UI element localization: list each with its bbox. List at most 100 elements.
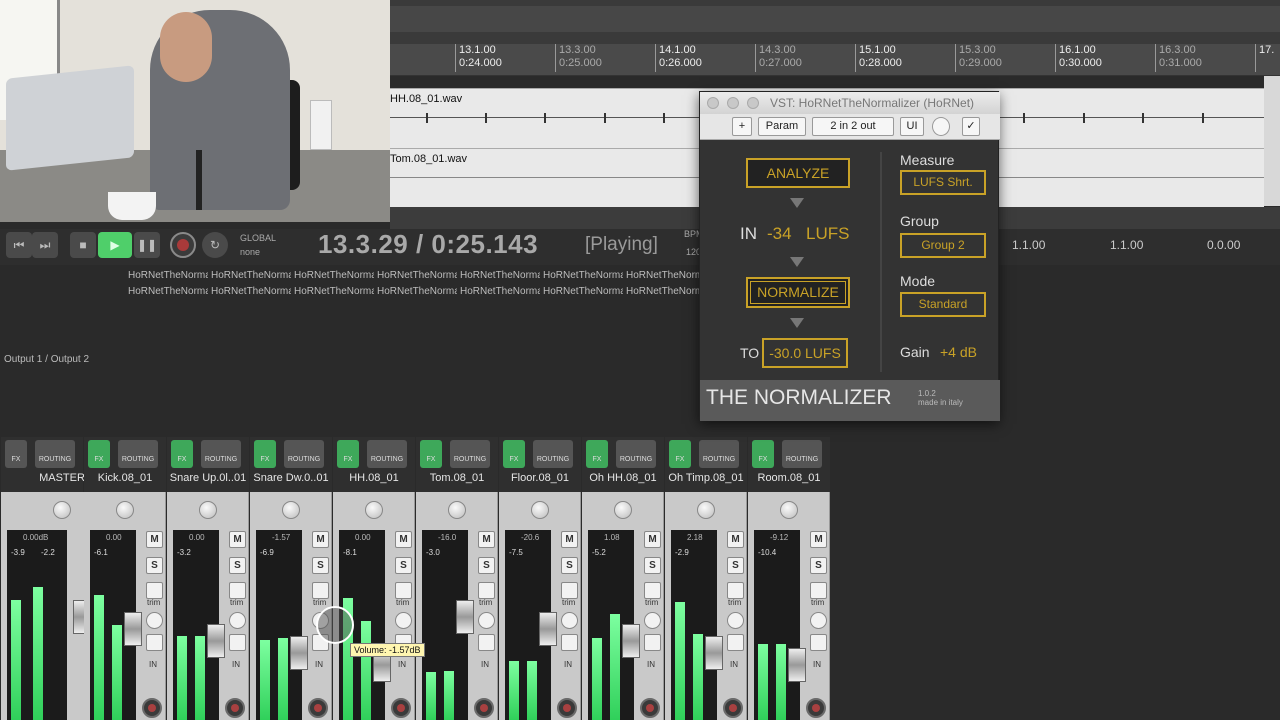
fx-button[interactable]: FX (503, 440, 525, 468)
routing-button[interactable]: ROUTING (533, 440, 573, 468)
record-arm-button[interactable] (640, 698, 660, 718)
routing-button[interactable]: ROUTING (616, 440, 656, 468)
envelope-icon[interactable] (478, 582, 495, 599)
envelope-icon[interactable] (810, 582, 827, 599)
pan-knob[interactable] (780, 501, 798, 519)
envelope-icon[interactable] (395, 582, 412, 599)
record-arm-button[interactable] (806, 698, 826, 718)
fx-slot[interactable]: HoRNetTheNormalizer (377, 268, 457, 283)
routing-button[interactable]: ROUTING (782, 440, 822, 468)
go-to-start-button[interactable]: ⏮ (6, 232, 32, 258)
send-icon[interactable] (644, 634, 661, 651)
fx-button[interactable]: FX (669, 440, 691, 468)
fx-slot[interactable]: HoRNetTheNormalizer (543, 268, 623, 283)
volume-fader[interactable] (456, 600, 474, 634)
group-dropdown[interactable]: Group 2 (900, 233, 986, 258)
routing-button[interactable]: ROUTING (367, 440, 407, 468)
mute-button[interactable]: M (478, 531, 495, 548)
channel-name[interactable]: Oh HH.08_01 (582, 472, 664, 484)
fx-button[interactable]: FX (171, 440, 193, 468)
routing-button[interactable]: ROUTING (450, 440, 490, 468)
time-display[interactable]: 13.3.29 / 0:25.143 (318, 229, 538, 260)
send-icon[interactable] (146, 634, 163, 651)
mute-button[interactable]: M (644, 531, 661, 548)
zoom-icon[interactable] (747, 97, 759, 109)
pan-knob[interactable] (53, 501, 71, 519)
routing-button[interactable]: ROUTING (118, 440, 158, 468)
play-button[interactable]: ▶ (98, 232, 132, 258)
ui-button[interactable]: UI (900, 117, 924, 136)
fx-slot[interactable]: HoRNetTheNormalizer (128, 268, 208, 283)
phase-icon[interactable] (810, 612, 827, 629)
send-icon[interactable] (810, 634, 827, 651)
stop-button[interactable]: ■ (70, 232, 96, 258)
solo-button[interactable]: S (229, 557, 246, 574)
envelope-icon[interactable] (644, 582, 661, 599)
minimize-icon[interactable] (727, 97, 739, 109)
fx-button[interactable]: FX (752, 440, 774, 468)
vertical-scrollbar[interactable] (1264, 76, 1280, 206)
wet-knob-icon[interactable] (932, 117, 950, 136)
channel-name[interactable]: HH.08_01 (333, 472, 415, 484)
send-icon[interactable] (478, 634, 495, 651)
volume-fader[interactable] (705, 636, 723, 670)
io-button[interactable]: 2 in 2 out (812, 117, 894, 136)
fx-button[interactable]: FX (586, 440, 608, 468)
solo-button[interactable]: S (395, 557, 412, 574)
mute-button[interactable]: M (146, 531, 163, 548)
normalize-button[interactable]: NORMALIZE (746, 277, 850, 308)
solo-button[interactable]: S (810, 557, 827, 574)
fx-slot[interactable]: HoRNetTheNormalizer (626, 268, 706, 283)
param-button[interactable]: Param (758, 117, 806, 136)
fx-slot[interactable]: HoRNetTheNormalizer (211, 268, 291, 283)
mute-button[interactable]: M (312, 531, 329, 548)
solo-button[interactable]: S (561, 557, 578, 574)
fx-slot[interactable]: HoRNetTheNormalizer (294, 268, 374, 283)
routing-button[interactable]: ROUTING (284, 440, 324, 468)
pan-knob[interactable] (697, 501, 715, 519)
channel-name[interactable]: Snare Up.0l..01 (167, 472, 249, 484)
fx-button[interactable]: FX (337, 440, 359, 468)
fx-slot[interactable]: HoRNetTheNormalizer (626, 284, 706, 299)
pan-knob[interactable] (116, 501, 134, 519)
envelope-icon[interactable] (229, 582, 246, 599)
pause-button[interactable]: ❚❚ (134, 232, 160, 258)
none-dropdown[interactable]: none (240, 247, 260, 257)
envelope-icon[interactable] (312, 582, 329, 599)
solo-button[interactable]: S (146, 557, 163, 574)
channel-name[interactable]: Snare Dw.0..01 (250, 472, 332, 484)
mute-button[interactable]: M (727, 531, 744, 548)
record-arm-button[interactable] (474, 698, 494, 718)
timeline-ruler[interactable]: 13.1.00 0:24.000 13.3.00 0:25.000 14.1.00 0:2… (390, 44, 1280, 76)
channel-name[interactable]: Floor.08_01 (499, 472, 581, 484)
mute-button[interactable]: M (561, 531, 578, 548)
routing-button[interactable]: ROUTING (201, 440, 241, 468)
volume-fader[interactable] (124, 612, 142, 646)
output-label[interactable]: Output 1 / Output 2 (4, 354, 89, 365)
volume-fader[interactable] (788, 648, 806, 682)
volume-fader[interactable] (539, 612, 557, 646)
record-button[interactable] (170, 232, 196, 258)
fx-slot[interactable]: HoRNetTheNormalizer (128, 284, 208, 299)
envelope-icon[interactable] (561, 582, 578, 599)
pan-knob[interactable] (448, 501, 466, 519)
channel-name[interactable]: Oh Timp.08_01 (665, 472, 747, 484)
pan-knob[interactable] (282, 501, 300, 519)
target-lufs-field[interactable]: -30.0 LUFS (762, 338, 848, 368)
fx-button[interactable]: FX (420, 440, 442, 468)
record-arm-button[interactable] (723, 698, 743, 718)
channel-name[interactable]: Kick.08_01 (84, 472, 166, 484)
channel-name[interactable]: Room.08_01 (748, 472, 830, 484)
record-arm-button[interactable] (391, 698, 411, 718)
solo-button[interactable]: S (644, 557, 661, 574)
envelope-icon[interactable] (727, 582, 744, 599)
fx-button[interactable]: FX (88, 440, 110, 468)
pan-knob[interactable] (614, 501, 632, 519)
record-arm-button[interactable] (557, 698, 577, 718)
fx-button[interactable]: FX (254, 440, 276, 468)
send-icon[interactable] (727, 634, 744, 651)
record-arm-button[interactable] (308, 698, 328, 718)
fx-slot[interactable]: HoRNetTheNormalizer (294, 284, 374, 299)
solo-button[interactable]: S (312, 557, 329, 574)
repeat-button[interactable]: ↻ (202, 232, 228, 258)
